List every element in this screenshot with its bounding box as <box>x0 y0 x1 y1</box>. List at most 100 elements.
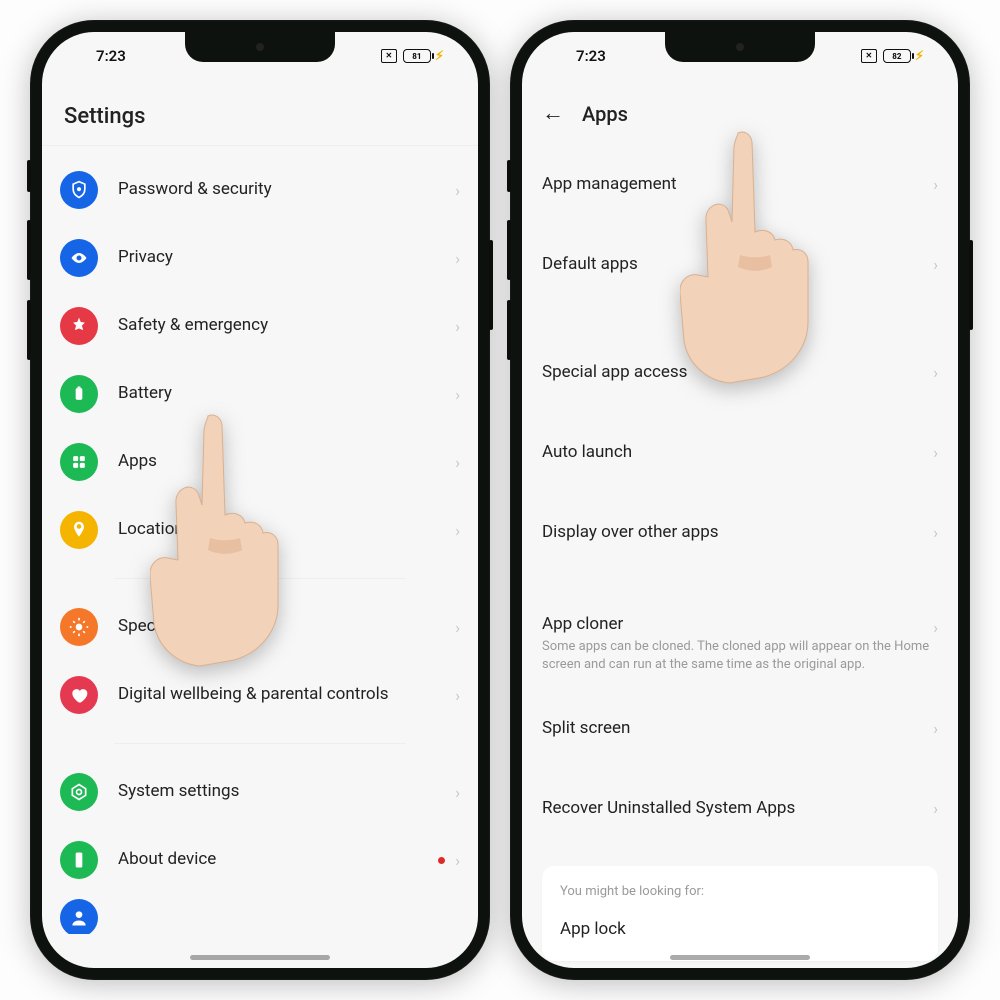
divider <box>114 578 406 579</box>
row-peek-next[interactable] <box>54 894 466 934</box>
row-recover-uninstalled[interactable]: Recover Uninstalled System Apps › <box>542 768 938 848</box>
side-button <box>507 300 511 360</box>
row-subtitle: Some apps can be cloned. The cloned app … <box>542 638 933 674</box>
row-label: Display over other apps <box>542 522 933 542</box>
apps-icon <box>60 443 98 481</box>
side-button <box>489 240 493 330</box>
suggestion-item-app-lock[interactable]: App lock <box>560 919 920 939</box>
chevron-right-icon: › <box>933 255 938 274</box>
chevron-right-icon: › <box>455 317 460 336</box>
chevron-right-icon: › <box>455 249 460 268</box>
chevron-right-icon: › <box>933 618 938 637</box>
shield-icon <box>60 171 98 209</box>
row-default-apps[interactable]: Default apps › <box>542 224 938 304</box>
chevron-right-icon: › <box>933 719 938 738</box>
side-button <box>27 160 31 192</box>
phone-notch <box>185 32 335 62</box>
emergency-icon <box>60 307 98 345</box>
row-label: Split screen <box>542 718 933 738</box>
status-time: 7:23 <box>552 47 606 65</box>
chevron-right-icon: › <box>455 521 460 540</box>
suggestion-card: You might be looking for: App lock <box>542 866 938 961</box>
battery-indicator: 82 <box>883 49 911 63</box>
chevron-right-icon: › <box>933 799 938 818</box>
location-icon <box>60 511 98 549</box>
battery-indicator: 81 <box>403 49 431 63</box>
side-button <box>27 220 31 280</box>
chevron-right-icon: › <box>455 385 460 404</box>
apps-list: App management › Default apps › Special … <box>522 144 958 848</box>
home-indicator[interactable] <box>190 955 330 960</box>
row-label: Digital wellbeing & parental controls <box>118 684 455 705</box>
chevron-right-icon: › <box>933 523 938 542</box>
battery-icon <box>60 375 98 413</box>
chevron-right-icon: › <box>455 686 460 705</box>
side-button <box>507 220 511 280</box>
row-label: Special app access <box>542 362 933 382</box>
settings-list: Password & security › Privacy › Safety &… <box>42 146 478 934</box>
row-label: Recover Uninstalled System Apps <box>542 798 933 818</box>
row-label: Special <box>118 616 455 637</box>
status-nav-icon: ✕ <box>381 49 397 63</box>
row-privacy[interactable]: Privacy › <box>54 224 466 292</box>
chevron-right-icon: › <box>455 783 460 802</box>
phone-frame-right: 7:23 ✕ 82 ⚡︎ ← Apps App management › Def… <box>510 20 970 980</box>
row-label: Password & security <box>118 179 455 200</box>
page-title: Settings <box>42 80 478 145</box>
row-digital-wellbeing[interactable]: Digital wellbeing & parental controls › <box>54 661 466 729</box>
row-special-app-access[interactable]: Special app access › <box>542 332 938 412</box>
chevron-right-icon: › <box>933 443 938 462</box>
chevron-right-icon: › <box>455 181 460 200</box>
status-nav-icon: ✕ <box>861 49 877 63</box>
row-auto-launch[interactable]: Auto launch › <box>542 412 938 492</box>
side-button <box>969 240 973 330</box>
row-label: Default apps <box>542 254 933 274</box>
row-label: Battery <box>118 383 455 404</box>
row-battery[interactable]: Battery › <box>54 360 466 428</box>
row-label: System settings <box>118 781 455 802</box>
phone-icon <box>60 841 98 879</box>
chevron-right-icon: › <box>455 618 460 637</box>
phone-frame-left: 7:23 ✕ 81 ⚡︎ Settings Password & securit… <box>30 20 490 980</box>
home-indicator[interactable] <box>670 955 810 960</box>
chevron-right-icon: › <box>933 363 938 382</box>
row-display-over-apps[interactable]: Display over other apps › <box>542 492 938 572</box>
update-dot-icon <box>438 857 445 864</box>
row-safety-emergency[interactable]: Safety & emergency › <box>54 292 466 360</box>
row-apps[interactable]: Apps › <box>54 428 466 496</box>
row-label: App management <box>542 174 933 194</box>
status-time: 7:23 <box>72 47 126 65</box>
row-app-cloner[interactable]: App cloner Some apps can be cloned. The … <box>542 600 938 688</box>
system-icon <box>60 773 98 811</box>
row-label: Location <box>118 519 455 540</box>
row-about-device[interactable]: About device › <box>54 826 466 894</box>
back-button[interactable]: ← <box>542 103 564 125</box>
side-button <box>27 300 31 360</box>
row-password-security[interactable]: Password & security › <box>54 156 466 224</box>
chevron-right-icon: › <box>455 453 460 472</box>
suggestion-title: You might be looking for: <box>560 884 920 899</box>
row-label: About device <box>118 849 438 870</box>
row-label: App cloner <box>542 614 933 634</box>
users-icon <box>60 899 98 934</box>
page-title: Apps <box>582 102 628 126</box>
charging-icon: ⚡︎ <box>915 49 924 64</box>
chevron-right-icon: › <box>933 175 938 194</box>
row-app-management[interactable]: App management › <box>542 144 938 224</box>
row-label: Safety & emergency <box>118 315 455 336</box>
side-button <box>507 160 511 192</box>
row-split-screen[interactable]: Split screen › <box>542 688 938 768</box>
row-special-features[interactable]: Special › <box>54 593 466 661</box>
gear-icon <box>60 608 98 646</box>
row-label: Auto launch <box>542 442 933 462</box>
row-system-settings[interactable]: System settings › <box>54 758 466 826</box>
phone-notch <box>665 32 815 62</box>
heart-icon <box>60 676 98 714</box>
row-label: Apps <box>118 451 455 472</box>
charging-icon: ⚡︎ <box>435 49 444 64</box>
eye-icon <box>60 239 98 277</box>
row-location[interactable]: Location › <box>54 496 466 564</box>
row-label: Privacy <box>118 247 455 268</box>
chevron-right-icon: › <box>455 851 460 870</box>
divider <box>114 743 406 744</box>
